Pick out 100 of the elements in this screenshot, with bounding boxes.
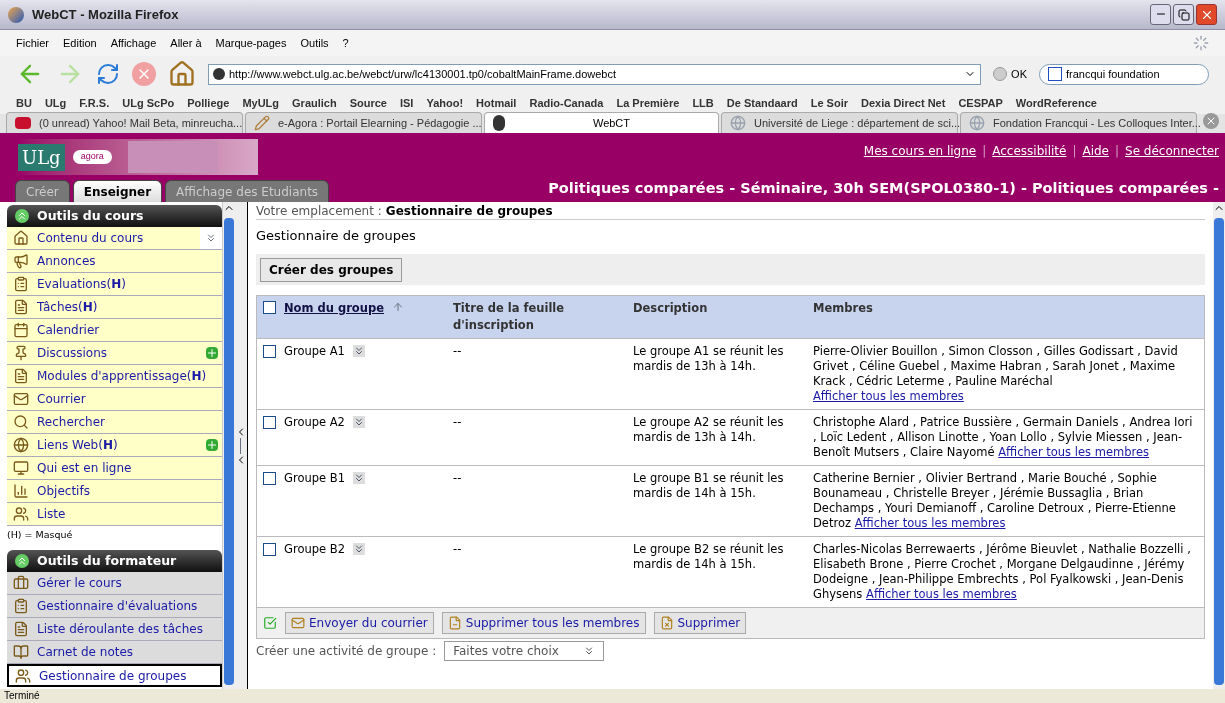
browser-tab[interactable]: WebCT — [484, 112, 719, 133]
minimize-button[interactable] — [1150, 4, 1171, 25]
menu-item[interactable]: ? — [342, 34, 349, 52]
create-groups-button[interactable]: Créer des groupes — [260, 257, 403, 282]
sidebar-item[interactable]: Gestionnaire de groupes — [7, 664, 222, 688]
menu-item[interactable]: Marque-pages — [215, 34, 287, 52]
select-all-checkbox[interactable] — [263, 300, 276, 314]
bookmark-link[interactable]: BU — [16, 94, 32, 112]
bookmark-link[interactable]: Le Soir — [810, 94, 848, 112]
menu-toggle-icon[interactable] — [352, 543, 365, 555]
restore-icon — [1177, 8, 1190, 21]
bookmark-link[interactable]: CESPAP — [958, 94, 1003, 112]
bookmark-link[interactable]: ISI — [399, 94, 414, 112]
search-field[interactable]: francqui foundation — [1039, 63, 1209, 85]
bookmark-link[interactable]: La Première — [616, 94, 680, 112]
sidebar-item[interactable]: Gestionnaire d'évaluations — [7, 595, 222, 619]
bookmark-link[interactable]: ULg ScPo — [122, 94, 175, 112]
column-header[interactable]: Nom du groupe — [284, 299, 384, 317]
bookmark-link[interactable]: Source — [349, 94, 387, 112]
sidebar-item[interactable]: Discussions — [7, 342, 222, 365]
header-link[interactable]: Aide — [1082, 142, 1109, 160]
header-link[interactable]: Se déconnecter — [1125, 142, 1219, 160]
row-checkbox[interactable] — [263, 416, 276, 429]
show-members-link[interactable]: Afficher tous les membres — [813, 389, 964, 403]
sidebar-item[interactable]: Liste déroulante des tâches — [7, 618, 222, 642]
bookmark-link[interactable]: LLB — [692, 94, 714, 112]
activity-select[interactable]: Faites votre choix — [444, 641, 604, 661]
bookmark-link[interactable]: Polliege — [187, 94, 230, 112]
row-checkbox[interactable] — [263, 345, 276, 358]
collapse-icon[interactable] — [15, 209, 29, 223]
header-link[interactable]: Mes cours en ligne — [863, 142, 977, 160]
sidebar-item[interactable]: Qui est en ligne — [7, 457, 222, 480]
browser-tab[interactable]: e-Agora : Portail Elearning - Pédagogie ... — [245, 112, 482, 133]
section-header[interactable]: Outils du formateur — [7, 550, 222, 573]
scrollbar[interactable] — [1213, 202, 1225, 689]
sidebar-item[interactable]: Gérer le cours — [7, 572, 222, 596]
splitter-handle[interactable] — [234, 202, 248, 689]
row-checkbox[interactable] — [263, 472, 276, 485]
bookmark-link[interactable]: WordReference — [1015, 94, 1097, 112]
browser-tab[interactable]: (0 unread) Yahoo! Mail Beta, minreucha... — [6, 112, 243, 133]
bookmark-link[interactable]: Dexia Direct Net — [861, 94, 946, 112]
bookmark-link[interactable]: MyULg — [242, 94, 280, 112]
collapse-toggle[interactable] — [200, 227, 222, 249]
reload-icon[interactable] — [96, 62, 120, 86]
close-tab-icon[interactable] — [1203, 113, 1219, 129]
bookmark-link[interactable]: Radio-Canada — [529, 94, 604, 112]
table-cell-text: -- — [452, 415, 463, 431]
action-button[interactable]: Envoyer du courrier — [285, 612, 434, 634]
sidebar-item[interactable]: Tâches(H) — [7, 296, 222, 319]
bookmark-link[interactable]: F.R.S. — [79, 94, 110, 112]
nav-tab[interactable]: Enseigner — [72, 180, 163, 202]
show-members-link[interactable]: Afficher tous les membres — [998, 445, 1149, 459]
bookmark-link[interactable]: Graulich — [292, 94, 337, 112]
show-members-link[interactable]: Afficher tous les membres — [854, 516, 1006, 530]
pencil-icon — [254, 115, 270, 131]
table-cell-text: Le groupe B2 se réunit les mardis de 14h à 15h. — [632, 542, 785, 573]
browser-tab[interactable]: Université de Liege : département de sci... — [721, 112, 958, 133]
menu-toggle-icon[interactable] — [352, 345, 365, 357]
sidebar-item[interactable]: Evaluations(H) — [7, 273, 222, 296]
sidebar-item[interactable]: Annonces — [7, 250, 222, 273]
house-icon[interactable] — [168, 60, 196, 88]
go-button[interactable]: OK — [993, 65, 1027, 83]
header-link[interactable]: Accessibilité — [992, 142, 1067, 160]
action-button[interactable]: Supprimer — [653, 612, 747, 634]
bookmark-link[interactable]: De Standaard — [726, 94, 798, 112]
group-name: Groupe A1 — [284, 344, 345, 359]
scrollbar[interactable] — [222, 202, 234, 689]
sidebar-item[interactable]: Objectifs — [7, 480, 222, 503]
sidebar-item[interactable]: Liste — [7, 503, 222, 526]
throbber-icon — [1193, 35, 1209, 51]
bookmark-link[interactable]: Yahoo! — [426, 94, 464, 112]
show-members-link[interactable]: Afficher tous les membres — [866, 587, 1017, 601]
menu-item[interactable]: Edition — [63, 34, 97, 52]
menu-item[interactable]: Outils — [300, 34, 329, 52]
globe-icon — [969, 115, 985, 131]
document-x-icon — [659, 616, 674, 630]
menu-item[interactable]: Fichier — [16, 34, 49, 52]
close-button[interactable] — [1196, 4, 1217, 25]
bookmark-link[interactable]: Hotmail — [476, 94, 517, 112]
restore-button[interactable] — [1173, 4, 1194, 25]
sidebar-item[interactable]: Liens Web(H) — [7, 434, 222, 457]
collapse-icon[interactable] — [15, 554, 29, 569]
sidebar-item[interactable]: Rechercher — [7, 411, 222, 434]
sidebar-item[interactable]: Calendrier — [7, 319, 222, 342]
menu-toggle-icon[interactable] — [352, 472, 365, 484]
action-button[interactable]: Supprimer tous les membres — [441, 612, 646, 634]
course-title: Politiques comparées - Séminaire, 30h SEM(SPOL0380-1) - Politiques comparées - — [548, 179, 1219, 199]
menu-item[interactable]: Affichage — [110, 34, 157, 52]
sidebar-item[interactable]: Carnet de notes — [7, 641, 222, 665]
bookmark-link[interactable]: ULg — [44, 94, 67, 112]
member-list: Christophe Alard , Patrice Bussière , Germain Daniels , Andrea Iori , Loïc Ledent , Allison Linotte , Yoan Lollo , Sylvie Miessen , Jean-Benoît Mutsers , Claire Nayomé Afficher tous les membres — [807, 415, 1204, 460]
sidebar-item[interactable]: Contenu du cours — [7, 227, 222, 250]
link-separator: | — [1115, 143, 1120, 160]
menu-toggle-icon[interactable] — [352, 416, 365, 428]
sidebar-item[interactable]: Modules d'apprentissage(H) — [7, 365, 222, 388]
menu-item[interactable]: Aller à — [170, 34, 202, 52]
address-field[interactable]: http://www.webct.ulg.ac.be/webct/urw/lc4130001.tp0/cobaltMainFrame.dowebct — [208, 63, 982, 85]
row-checkbox[interactable] — [263, 543, 276, 556]
sidebar-item[interactable]: Courrier — [7, 388, 222, 411]
section-header[interactable]: Outils du cours — [7, 205, 222, 227]
